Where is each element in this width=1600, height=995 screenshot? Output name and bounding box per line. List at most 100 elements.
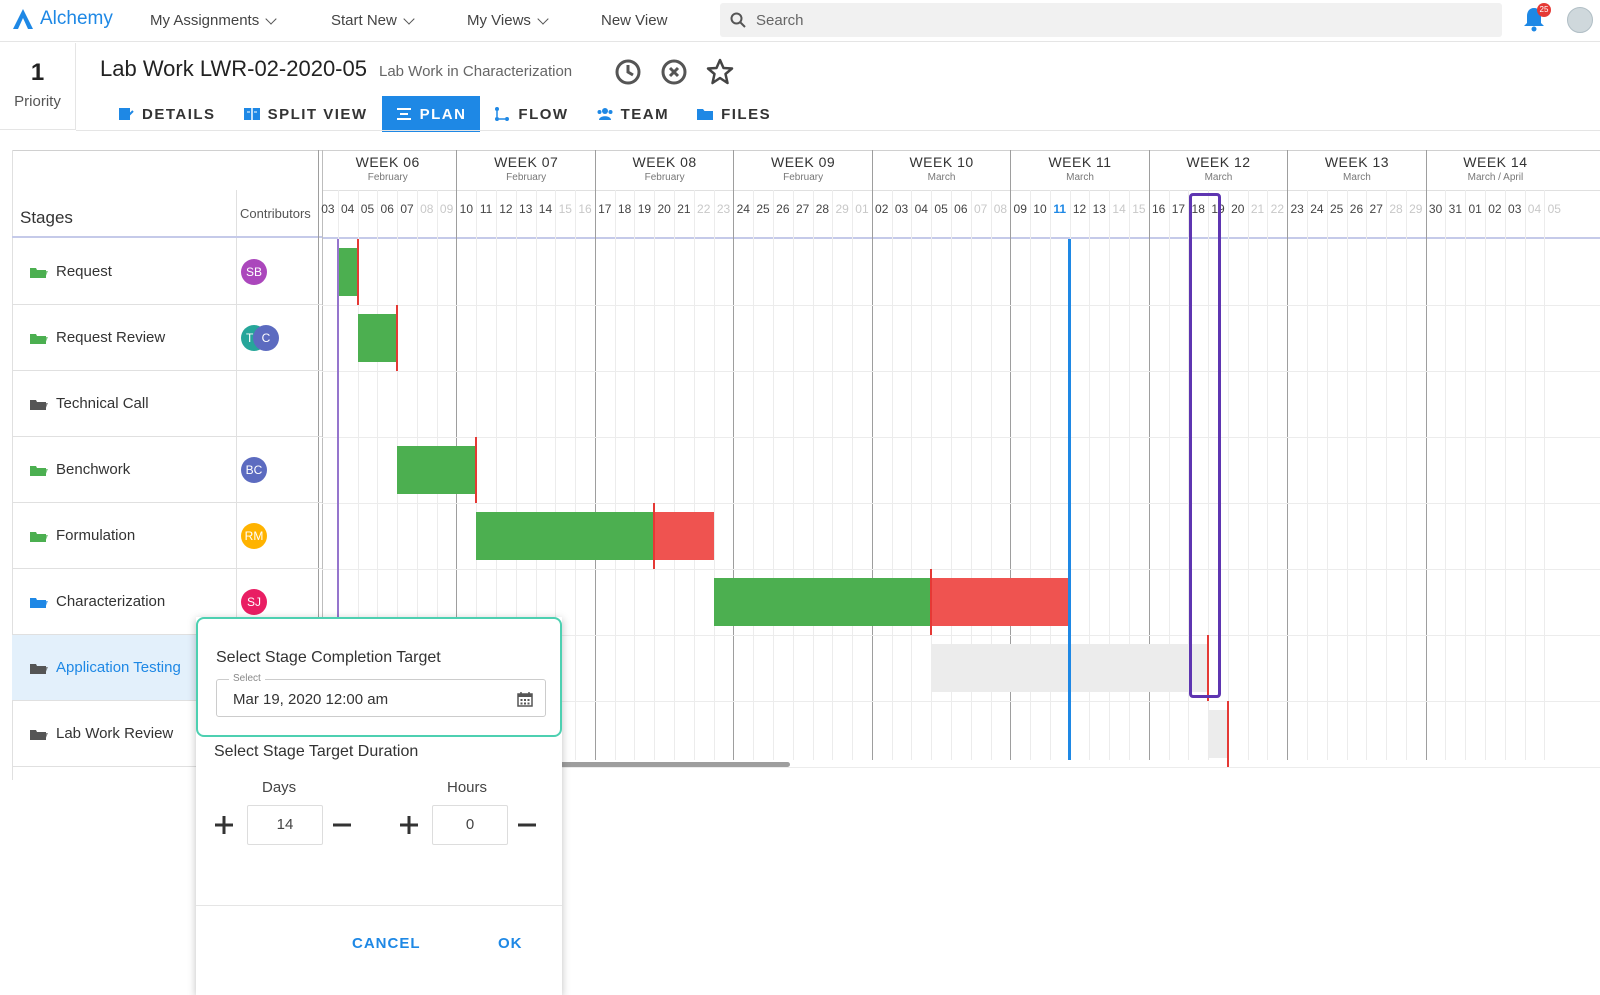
- contributor-avatar[interactable]: RM: [241, 523, 267, 549]
- user-avatar[interactable]: [1567, 7, 1593, 33]
- day-header: 20: [657, 202, 671, 216]
- day-header: 12: [499, 202, 513, 216]
- stage-bar[interactable]: [1208, 710, 1228, 758]
- team-icon: [597, 108, 613, 120]
- day-header: 20: [1231, 202, 1245, 216]
- ok-button[interactable]: OK: [498, 935, 523, 952]
- day-gridline: [1227, 190, 1229, 760]
- nav-my-views[interactable]: My Views: [467, 12, 549, 29]
- days-input[interactable]: 14: [247, 805, 323, 845]
- day-gridline: [911, 190, 913, 760]
- stage-bar[interactable]: [337, 248, 358, 296]
- stage-bar[interactable]: [931, 578, 1070, 626]
- day-header: 02: [875, 202, 889, 216]
- week-divider: [871, 150, 873, 760]
- completion-date-value: Mar 19, 2020 12:00 am: [233, 691, 389, 708]
- week-title: WEEK 13: [1324, 154, 1390, 170]
- day-header: 06: [954, 202, 968, 216]
- tab-details[interactable]: DETAILS: [104, 96, 230, 132]
- contributor-avatar[interactable]: C: [253, 325, 279, 351]
- day-gridline: [832, 190, 834, 760]
- completion-date-field[interactable]: Select Mar 19, 2020 12:00 am: [216, 673, 546, 717]
- page-subtitle: Lab Work in Characterization: [378, 63, 573, 80]
- stage-status-icon: [30, 268, 48, 278]
- day-gridline: [1405, 190, 1407, 760]
- week-divider: [1287, 150, 1289, 760]
- target-date-marker: [653, 503, 656, 569]
- nav-start-new-label: Start New: [331, 12, 397, 29]
- row-gridline: [322, 503, 1600, 504]
- tab-flow[interactable]: FLOW: [480, 96, 582, 132]
- day-header: 01: [855, 202, 869, 216]
- star-icon[interactable]: [705, 57, 735, 87]
- day-header: 03: [321, 202, 335, 216]
- day-header: 21: [677, 202, 691, 216]
- day-header: 29: [835, 202, 849, 216]
- week-title: WEEK 07: [494, 154, 559, 170]
- day-gridline: [1544, 190, 1546, 760]
- day-header: 29: [1409, 202, 1423, 216]
- nav-my-views-label: My Views: [467, 12, 531, 29]
- day-gridline: [812, 190, 814, 760]
- day-header: 18: [617, 202, 632, 216]
- nav-my-assignments[interactable]: My Assignments: [150, 12, 277, 29]
- timer-cancel-icon[interactable]: [659, 57, 689, 87]
- calendar-icon[interactable]: [517, 691, 533, 707]
- target-date-marker: [930, 569, 933, 635]
- tab-files[interactable]: FILES: [683, 96, 785, 132]
- tab-split-view[interactable]: SPLIT VIEW: [230, 96, 382, 132]
- priority-label: Priority: [14, 93, 61, 110]
- week-month: March: [1204, 172, 1233, 183]
- nav-new-view[interactable]: New View: [601, 12, 667, 29]
- day-header: 01: [1468, 202, 1482, 216]
- nav-start-new[interactable]: Start New: [331, 12, 415, 29]
- tab-bar: DETAILS SPLIT VIEW PLAN FLOW TEAM FILES: [104, 96, 785, 132]
- cancel-button[interactable]: CANCEL: [352, 935, 421, 952]
- day-gridline: [1445, 190, 1447, 760]
- alchemy-logo[interactable]: Alchemy: [12, 8, 113, 30]
- page-title: Lab Work LWR-02-2020-05: [100, 56, 367, 81]
- page-title-row: Lab Work LWR-02-2020-05 Lab Work in Char…: [100, 56, 572, 82]
- week-month: March: [1343, 172, 1371, 183]
- stage-row[interactable]: Formulation RM: [12, 503, 322, 569]
- stage-name: Benchwork: [56, 461, 131, 478]
- day-header: 03: [1508, 202, 1522, 216]
- day-header: 23: [716, 202, 731, 216]
- day-header: 21: [1250, 202, 1265, 216]
- day-gridline: [1524, 190, 1526, 760]
- stage-bar[interactable]: [397, 446, 477, 494]
- day-header: 24: [1310, 202, 1324, 216]
- day-gridline: [654, 190, 656, 760]
- target-date-marker: [1226, 701, 1229, 767]
- stage-bar[interactable]: [357, 314, 398, 362]
- horizontal-scrollbar[interactable]: [560, 762, 790, 767]
- day-header: 13: [1092, 202, 1106, 216]
- stage-bar[interactable]: [713, 578, 932, 626]
- stage-row[interactable]: Technical Call: [12, 371, 322, 437]
- day-gridline: [713, 190, 715, 760]
- date-row-bottom-border: [322, 237, 1600, 239]
- week-title: WEEK 11: [1048, 154, 1112, 170]
- contributor-avatar[interactable]: SB: [241, 259, 267, 285]
- contributor-avatar[interactable]: SJ: [241, 589, 267, 615]
- flow-icon: [495, 107, 510, 121]
- hours-input[interactable]: 0: [432, 805, 508, 845]
- hours-increment-button[interactable]: [398, 814, 420, 836]
- folder-icon: [697, 109, 714, 120]
- stage-row[interactable]: Request SB: [12, 239, 322, 305]
- week-month: March: [1066, 172, 1094, 183]
- stage-bar[interactable]: [476, 512, 655, 560]
- tab-plan[interactable]: PLAN: [381, 96, 481, 132]
- search-input[interactable]: Search: [720, 3, 1502, 37]
- stage-row[interactable]: Request ReviewTDC: [12, 305, 322, 371]
- days-decrement-button[interactable]: [331, 814, 353, 836]
- stage-row[interactable]: Benchwork BC: [12, 437, 322, 503]
- stage-bar[interactable]: [654, 512, 714, 560]
- contributor-avatar[interactable]: BC: [241, 457, 267, 483]
- top-navigation: Alchemy My Assignments Start New My View…: [0, 0, 1600, 42]
- days-increment-button[interactable]: [213, 814, 235, 836]
- stage-name: Application Testing: [56, 659, 181, 676]
- clock-history-icon[interactable]: [613, 57, 643, 87]
- tab-team[interactable]: TEAM: [583, 96, 684, 132]
- hours-decrement-button[interactable]: [516, 814, 538, 836]
